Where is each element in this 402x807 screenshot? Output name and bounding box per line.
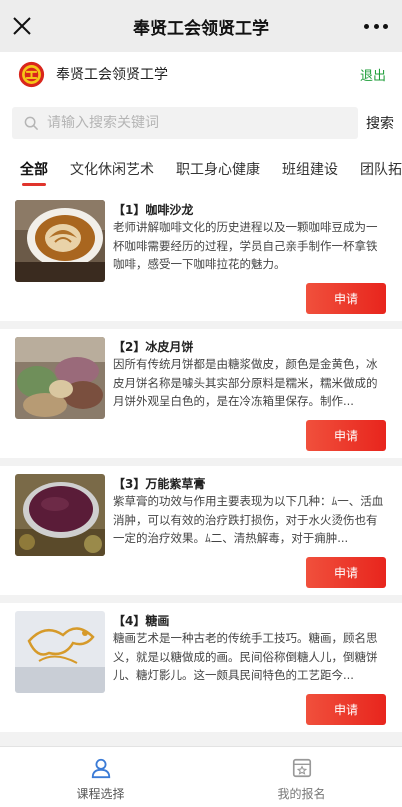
bottom-nav: 课程选择 我的报名	[0, 746, 402, 807]
search-row: 搜索	[0, 96, 402, 150]
tab-all[interactable]: 全部	[20, 150, 48, 192]
user-icon	[91, 758, 110, 779]
course-description: 因所有传统月饼都是由糖浆做皮，颜色是金黄色，冰皮月饼名称是噱头其实部分原料是糯米…	[113, 357, 378, 408]
apply-button[interactable]: 申请	[306, 283, 386, 314]
nav-my-registration[interactable]: 我的报名	[201, 747, 402, 807]
close-icon[interactable]	[10, 14, 34, 38]
course-card[interactable]: 【4】糖画 糖画艺术是一种古老的传统手工技巧。糖画，顾名思义，就是以糖做成的画。…	[0, 603, 402, 732]
tab-team-building[interactable]: 班组建设	[282, 150, 338, 192]
search-input[interactable]	[47, 115, 337, 131]
logout-link[interactable]: 退出	[360, 65, 386, 84]
course-image-mooncake	[15, 337, 105, 419]
category-tabs: 全部 文化休闲艺术 职工身心健康 班组建设 团队拓	[0, 150, 402, 192]
course-title: 【2】冰皮月饼	[113, 340, 194, 354]
star-doc-icon	[292, 758, 311, 778]
course-card[interactable]: 【2】冰皮月饼 因所有传统月饼都是由糖浆做皮，颜色是金黄色，冰皮月饼名称是噱头其…	[0, 329, 402, 458]
tab-culture-leisure-art[interactable]: 文化休闲艺术	[70, 150, 154, 192]
window-title: 奉贤工会领贤工学	[133, 18, 269, 39]
union-logo-icon	[18, 61, 45, 87]
course-description: 糖画艺术是一种古老的传统手工技巧。糖画，顾名思义，就是以糖做成的画。民间俗称倒糖…	[113, 631, 378, 682]
app-name: 奉贤工会领贤工学	[56, 67, 168, 83]
course-image-coffee	[15, 200, 105, 282]
app-header: 奉贤工会领贤工学 退出	[0, 52, 402, 96]
course-image-salve	[15, 474, 105, 556]
course-image-sugar-painting	[15, 611, 105, 693]
apply-button[interactable]: 申请	[306, 557, 386, 588]
apply-button[interactable]: 申请	[306, 694, 386, 725]
nav-label: 我的报名	[277, 787, 326, 801]
search-box[interactable]	[12, 107, 358, 139]
search-icon	[24, 116, 39, 130]
course-description: 紫草膏的功效与作用主要表现为以下几种：ﾑ一、活血消肿，可以有效的治疗跌打损伤，对…	[113, 494, 384, 545]
tab-team-expansion[interactable]: 团队拓	[360, 150, 402, 192]
course-title: 【3】万能紫草膏	[113, 477, 206, 491]
course-title: 【4】糖画	[113, 614, 170, 628]
course-card[interactable]: 【1】咖啡沙龙 老师讲解咖啡文化的历史进程以及一颗咖啡豆成为一杯咖啡需要经历的过…	[0, 192, 402, 321]
apply-button[interactable]: 申请	[306, 420, 386, 451]
title-bar: 奉贤工会领贤工学	[0, 0, 402, 52]
more-icon[interactable]	[364, 20, 388, 32]
course-title: 【1】咖啡沙龙	[113, 203, 194, 217]
search-button[interactable]: 搜索	[366, 113, 394, 133]
course-description: 老师讲解咖啡文化的历史进程以及一颗咖啡豆成为一杯咖啡需要经历的过程，学员自己亲手…	[113, 220, 378, 271]
tab-employee-health[interactable]: 职工身心健康	[176, 150, 260, 192]
nav-label: 课程选择	[76, 787, 125, 801]
nav-course-select[interactable]: 课程选择	[0, 747, 201, 807]
course-card[interactable]: 【3】万能紫草膏 紫草膏的功效与作用主要表现为以下几种：ﾑ一、活血消肿，可以有效…	[0, 466, 402, 595]
app-root: 奉贤工会领贤工学 奉贤工会领贤工学 退出 搜索 全部 文化休闲艺术 职工身心健康	[0, 0, 402, 807]
